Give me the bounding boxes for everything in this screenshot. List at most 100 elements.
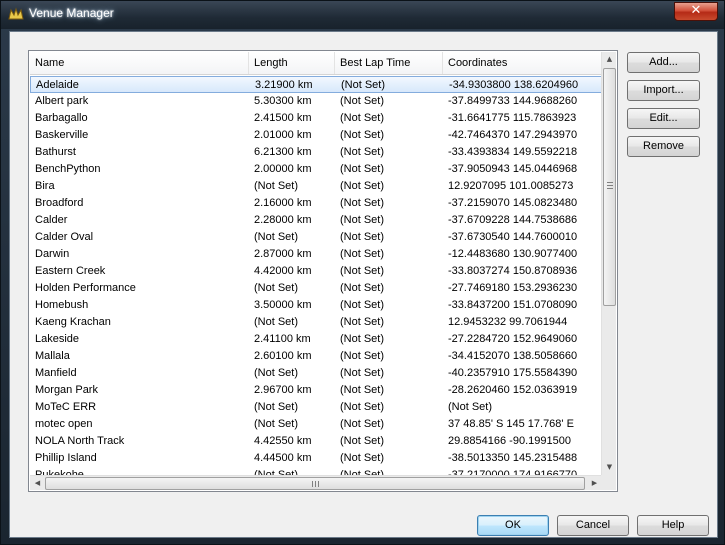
table-row[interactable]: Holden Performance (Not Set) (Not Set) -27.… bbox=[30, 280, 602, 297]
list-header: Name Length Best Lap Time Coordinates bbox=[30, 52, 602, 75]
table-row[interactable]: NOLA North Track 4.42550 km (Not Set) 29.88… bbox=[30, 433, 602, 450]
scroll-right-arrow-icon[interactable]: ▶ bbox=[587, 476, 602, 491]
cell-coordinates: -33.8037274 150.8708936 bbox=[448, 265, 578, 277]
cell-name: Phillip Island bbox=[35, 452, 97, 464]
cell-coordinates: 12.9453232 99.7061944 bbox=[448, 316, 568, 328]
table-row[interactable]: Bathurst 6.21300 km (Not Set) -33.4393834 1… bbox=[30, 144, 602, 161]
title-bar[interactable]: Venue Manager ✕ bbox=[1, 1, 724, 29]
vertical-scroll-thumb[interactable] bbox=[603, 68, 616, 306]
scrollbar-corner bbox=[601, 475, 616, 490]
table-row[interactable]: Manfield (Not Set) (Not Set) -40.2357910 17… bbox=[30, 365, 602, 382]
cell-name: Calder bbox=[35, 214, 68, 226]
cell-coordinates: -12.4483680 130.9077400 bbox=[448, 248, 578, 260]
table-row[interactable]: motec open (Not Set) (Not Set) 37 48.85' S … bbox=[30, 416, 602, 433]
cell-name: Morgan Park bbox=[35, 384, 98, 396]
cell-name: Mallala bbox=[35, 350, 70, 362]
column-header-length[interactable]: Length bbox=[249, 52, 335, 74]
edit-button[interactable]: Edit... bbox=[627, 108, 700, 129]
cell-name: Manfield bbox=[35, 367, 77, 379]
table-row[interactable]: Broadford 2.16000 km (Not Set) -37.2159070 … bbox=[30, 195, 602, 212]
cell-length: 4.44500 km bbox=[254, 452, 312, 464]
cell-length: 2.01000 km bbox=[254, 129, 312, 141]
ok-button[interactable]: OK bbox=[477, 515, 549, 536]
scroll-down-arrow-icon[interactable]: ▼ bbox=[602, 460, 617, 475]
table-row[interactable]: Homebush 3.50000 km (Not Set) -33.8437200 1… bbox=[30, 297, 602, 314]
cell-coordinates: -37.2159070 145.0823480 bbox=[448, 197, 578, 209]
cell-name: Eastern Creek bbox=[35, 265, 106, 277]
table-row[interactable]: Adelaide 3.21900 km (Not Set) -34.9303800 1… bbox=[30, 76, 602, 93]
app-icon bbox=[8, 7, 24, 20]
cell-best-lap-time: (Not Set) bbox=[340, 248, 385, 260]
cell-length: 2.41500 km bbox=[254, 112, 312, 124]
cell-name: Barbagallo bbox=[35, 112, 88, 124]
table-row[interactable]: Mallala 2.60100 km (Not Set) -34.4152070 13… bbox=[30, 348, 602, 365]
table-row[interactable]: Bira (Not Set) (Not Set) 12.9207095 101.008… bbox=[30, 178, 602, 195]
cell-length: 5.30300 km bbox=[254, 95, 312, 107]
cell-best-lap-time: (Not Set) bbox=[340, 163, 385, 175]
horizontal-scroll-thumb[interactable] bbox=[45, 477, 585, 490]
cell-best-lap-time: (Not Set) bbox=[340, 129, 385, 141]
cancel-button[interactable]: Cancel bbox=[557, 515, 629, 536]
cell-best-lap-time: (Not Set) bbox=[341, 79, 386, 91]
cell-coordinates: -31.6641775 115.7863923 bbox=[448, 112, 577, 124]
add-button[interactable]: Add... bbox=[627, 52, 700, 73]
cell-coordinates: -33.8437200 151.0708090 bbox=[448, 299, 578, 311]
table-row[interactable]: Barbagallo 2.41500 km (Not Set) -31.6641775… bbox=[30, 110, 602, 127]
column-header-coordinates[interactable]: Coordinates bbox=[443, 52, 602, 74]
column-header-best-lap-time[interactable]: Best Lap Time bbox=[335, 52, 443, 74]
cell-length: (Not Set) bbox=[254, 231, 299, 243]
cell-coordinates: -28.2620460 152.0363919 bbox=[448, 384, 578, 396]
cell-coordinates: -37.9050943 145.0446968 bbox=[448, 163, 578, 175]
cell-name: Broadford bbox=[35, 197, 84, 209]
cell-best-lap-time: (Not Set) bbox=[340, 299, 385, 311]
cell-coordinates: -34.9303800 138.6204960 bbox=[449, 79, 579, 91]
dialog-client-area: Name Length Best Lap Time Coordinates Ad… bbox=[9, 31, 718, 538]
cell-coordinates: (Not Set) bbox=[448, 401, 493, 413]
table-row[interactable]: Baskerville 2.01000 km (Not Set) -42.746437… bbox=[30, 127, 602, 144]
cell-best-lap-time: (Not Set) bbox=[340, 316, 385, 328]
horizontal-scrollbar[interactable]: ◀ ▶ bbox=[30, 475, 602, 490]
cell-coordinates: 37 48.85' S 145 17.768' E bbox=[448, 418, 574, 430]
cell-coordinates: -37.6709228 144.7538686 bbox=[448, 214, 578, 226]
table-row[interactable]: MoTeC ERR (Not Set) (Not Set) (Not Set) bbox=[30, 399, 602, 416]
help-button[interactable]: Help bbox=[637, 515, 709, 536]
cell-name: NOLA North Track bbox=[35, 435, 125, 447]
cell-length: 2.41100 km bbox=[254, 333, 311, 345]
cell-length: (Not Set) bbox=[254, 418, 299, 430]
column-header-name[interactable]: Name bbox=[30, 52, 249, 74]
table-row[interactable]: Albert park 5.30300 km (Not Set) -37.849973… bbox=[30, 93, 602, 110]
cell-best-lap-time: (Not Set) bbox=[340, 197, 385, 209]
cell-coordinates: -42.7464370 147.2943970 bbox=[448, 129, 578, 141]
cell-name: Kaeng Krachan bbox=[35, 316, 111, 328]
cell-best-lap-time: (Not Set) bbox=[340, 112, 385, 124]
table-row[interactable]: Calder Oval (Not Set) (Not Set) -37.6730540… bbox=[30, 229, 602, 246]
cell-coordinates: -27.2284720 152.9649060 bbox=[448, 333, 578, 345]
cell-length: (Not Set) bbox=[254, 401, 299, 413]
scroll-left-arrow-icon[interactable]: ◀ bbox=[30, 476, 45, 491]
table-row[interactable]: BenchPython 2.00000 km (Not Set) -37.905094… bbox=[30, 161, 602, 178]
vertical-scrollbar[interactable]: ▲ ▼ bbox=[601, 52, 616, 475]
cell-best-lap-time: (Not Set) bbox=[340, 350, 385, 362]
table-row[interactable]: Eastern Creek 4.42000 km (Not Set) -33.8037… bbox=[30, 263, 602, 280]
cell-best-lap-time: (Not Set) bbox=[340, 265, 385, 277]
cell-length: 2.16000 km bbox=[254, 197, 312, 209]
venue-list[interactable]: Name Length Best Lap Time Coordinates Ad… bbox=[28, 50, 618, 492]
scroll-up-arrow-icon[interactable]: ▲ bbox=[602, 52, 617, 67]
table-row[interactable]: Darwin 2.87000 km (Not Set) -12.4483680 130… bbox=[30, 246, 602, 263]
cell-coordinates: -27.7469180 153.2936230 bbox=[448, 282, 578, 294]
table-row[interactable]: Morgan Park 2.96700 km (Not Set) -28.262046… bbox=[30, 382, 602, 399]
remove-button[interactable]: Remove bbox=[627, 136, 700, 157]
cell-name: Baskerville bbox=[35, 129, 89, 141]
cell-length: 2.96700 km bbox=[254, 384, 312, 396]
table-row[interactable]: Lakeside 2.41100 km (Not Set) -27.2284720 1… bbox=[30, 331, 602, 348]
cell-best-lap-time: (Not Set) bbox=[340, 214, 385, 226]
table-row[interactable]: Calder 2.28000 km (Not Set) -37.6709228 144… bbox=[30, 212, 602, 229]
close-button[interactable]: ✕ bbox=[674, 2, 718, 21]
cell-length: 3.21900 km bbox=[255, 79, 313, 91]
cell-name: MoTeC ERR bbox=[35, 401, 97, 413]
cell-length: 2.87000 km bbox=[254, 248, 312, 260]
table-row[interactable]: Phillip Island 4.44500 km (Not Set) -38.501… bbox=[30, 450, 602, 467]
table-row[interactable]: Kaeng Krachan (Not Set) (Not Set) 12.945323… bbox=[30, 314, 602, 331]
import-button[interactable]: Import... bbox=[627, 80, 700, 101]
cell-best-lap-time: (Not Set) bbox=[340, 418, 385, 430]
